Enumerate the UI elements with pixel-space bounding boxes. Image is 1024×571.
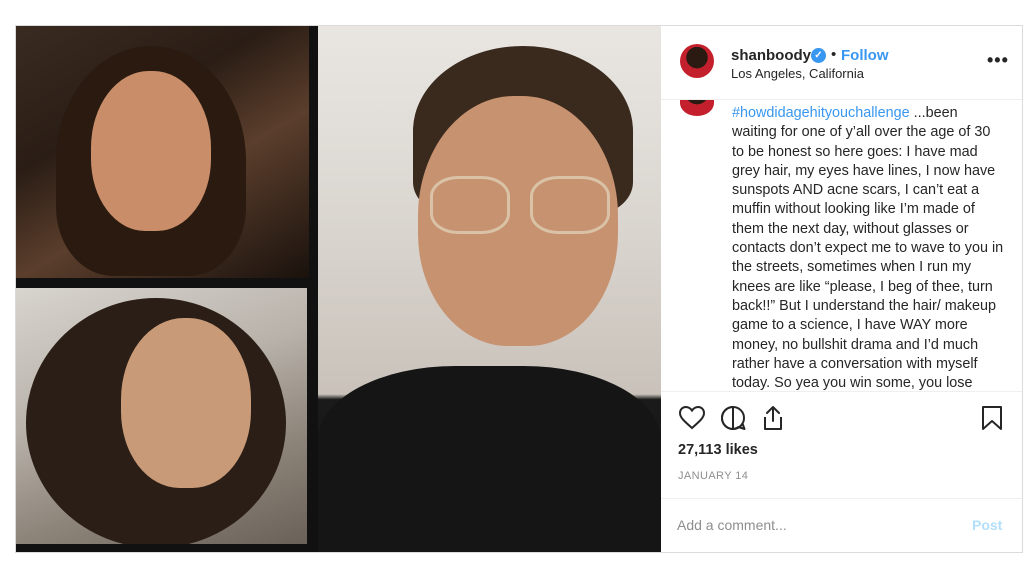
avatar[interactable] (680, 44, 714, 78)
photo-right (318, 26, 661, 552)
comment-icon[interactable] (719, 404, 747, 432)
action-bar (661, 392, 1022, 442)
photo-top-left (16, 26, 309, 278)
post-media-collage[interactable] (16, 26, 661, 552)
post-date[interactable]: JANUARY 14 (678, 470, 748, 482)
post-header: shanboody ✓ • Follow Los Angeles, Califo… (661, 26, 1022, 100)
post-comment-button[interactable]: Post (972, 517, 1002, 533)
caption-text: #howdidagehityouchallenge ...been waitin… (732, 104, 1004, 392)
comment-input[interactable] (677, 513, 947, 537)
caption-body: ...been waiting for one of y’all over th… (732, 105, 1004, 392)
more-options-icon[interactable]: ••• (987, 50, 1009, 71)
share-icon[interactable] (759, 404, 787, 432)
caption-area[interactable]: #howdidagehityouchallenge ...been waitin… (661, 100, 1022, 392)
comment-bar: Post (661, 498, 1022, 552)
photo-bottom-left (16, 288, 307, 544)
caption-avatar[interactable] (680, 100, 714, 116)
post-sidebar: shanboody ✓ • Follow Los Angeles, Califo… (661, 26, 1022, 552)
username-link[interactable]: shanboody (731, 47, 811, 64)
face (91, 71, 211, 231)
location-link[interactable]: Los Angeles, California (731, 66, 864, 81)
bookmark-icon[interactable] (978, 404, 1006, 432)
likes-count[interactable]: 27,113 likes (678, 442, 758, 458)
face (121, 318, 251, 488)
glasses (430, 176, 610, 234)
heart-icon[interactable] (678, 404, 706, 432)
hashtag-link[interactable]: #howdidagehityouchallenge (732, 105, 910, 121)
follow-button[interactable]: Follow (841, 47, 889, 64)
instagram-post: shanboody ✓ • Follow Los Angeles, Califo… (15, 25, 1023, 553)
verified-badge-icon: ✓ (811, 48, 826, 63)
shirt (318, 366, 661, 552)
separator-dot: • (831, 46, 837, 63)
